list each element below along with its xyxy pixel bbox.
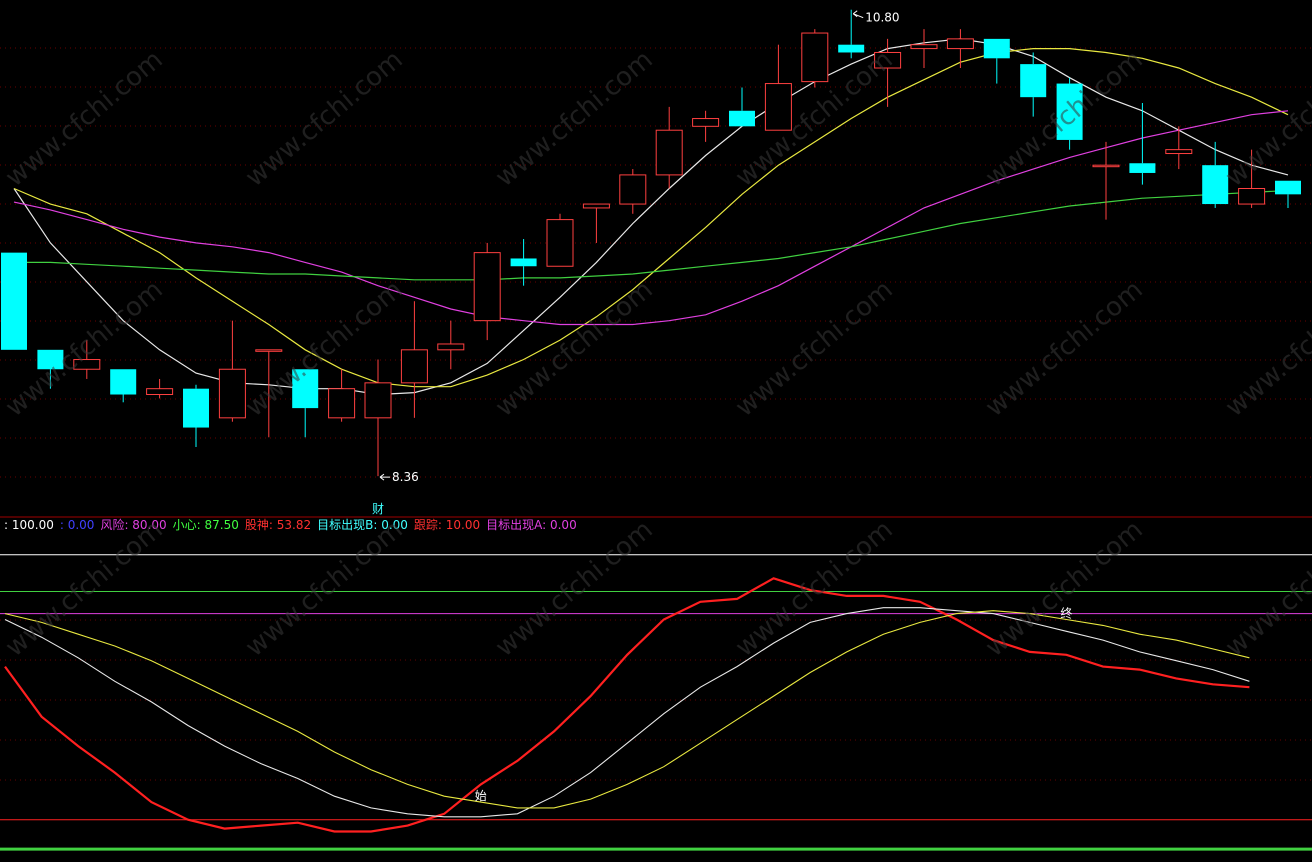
candle-body bbox=[73, 359, 101, 370]
candle-body bbox=[37, 349, 64, 370]
candle-body bbox=[1056, 83, 1083, 140]
candle-body bbox=[255, 349, 283, 352]
indicator-line-ma_white bbox=[4, 607, 1250, 818]
candle-body bbox=[801, 32, 829, 83]
candle-body bbox=[619, 174, 647, 205]
indicator-line-ma_yellow bbox=[4, 610, 1250, 809]
candle-body bbox=[582, 203, 610, 209]
candle-body bbox=[437, 343, 465, 351]
legend-label: : bbox=[59, 518, 68, 532]
candle-body bbox=[218, 368, 246, 419]
candle-body bbox=[655, 129, 683, 176]
candle-body bbox=[764, 83, 792, 131]
candle-body bbox=[473, 252, 501, 322]
chart-annotations: 10.80 8.36 财 始 终 bbox=[372, 10, 1072, 803]
signal-marker: 终 bbox=[1060, 606, 1072, 621]
stock-chart-canvas: 10.80 8.36 财 始 终 bbox=[0, 9, 1312, 851]
candle-body bbox=[400, 349, 428, 384]
candle-body bbox=[546, 219, 574, 267]
ma-line-ma_yellow bbox=[13, 47, 1289, 388]
legend-value: 80.00 bbox=[132, 518, 167, 532]
candle-body bbox=[910, 44, 938, 50]
candle-body bbox=[328, 388, 356, 419]
high-price-label: 10.80 bbox=[865, 11, 899, 25]
candle-body bbox=[1129, 163, 1156, 173]
legend-value: 87.50 bbox=[204, 518, 239, 532]
candle-body bbox=[364, 382, 392, 419]
candle-body bbox=[946, 38, 974, 50]
candle-body bbox=[1092, 164, 1120, 168]
candle-body bbox=[1020, 64, 1047, 98]
ma-line-ma_white bbox=[13, 38, 1289, 396]
candle-body bbox=[1165, 149, 1193, 155]
legend-value: 100.00 bbox=[11, 518, 54, 532]
legend-value: 0.00 bbox=[67, 518, 95, 532]
signal-marker: 始 bbox=[475, 789, 487, 803]
candle-body bbox=[838, 44, 865, 53]
candle-body bbox=[1202, 165, 1229, 205]
low-price-label: 8.36 bbox=[392, 470, 419, 484]
legend-label: 目标出现A: bbox=[486, 518, 550, 532]
legend-value: 0.00 bbox=[381, 518, 408, 532]
legend-value: 10.00 bbox=[445, 518, 481, 532]
candle-body bbox=[183, 388, 209, 428]
ma-line-ma_magenta bbox=[13, 110, 1289, 326]
high-arrow bbox=[852, 10, 864, 19]
finance-marker: 财 bbox=[372, 502, 384, 516]
candle-body bbox=[510, 258, 537, 267]
candle-body bbox=[729, 110, 755, 127]
candle-body bbox=[110, 369, 137, 395]
low-arrow bbox=[379, 473, 390, 481]
candle-body bbox=[1238, 188, 1266, 205]
candle-body bbox=[692, 118, 720, 127]
legend-label: 风险: bbox=[100, 518, 133, 532]
legend-label: 股神: bbox=[244, 518, 277, 532]
legend-value: 0.00 bbox=[549, 518, 577, 532]
main-panel-grid bbox=[0, 47, 1312, 518]
legend-label: 小心: bbox=[172, 518, 205, 532]
candle-body bbox=[983, 38, 1010, 59]
indicator-panel-grid bbox=[0, 554, 1312, 851]
legend-label: : bbox=[4, 518, 12, 532]
legend-value: 53.82 bbox=[276, 518, 312, 532]
candle-body bbox=[874, 51, 902, 69]
candle-body bbox=[1275, 180, 1301, 195]
legend-label: 跟踪: bbox=[413, 518, 446, 532]
candle-body bbox=[1, 252, 27, 350]
candle-body bbox=[292, 369, 319, 409]
candle-body bbox=[146, 388, 174, 396]
indicator-legend: : 100.00: 0.00 风险: 80.00 小心: 87.50 股神: 53.8… bbox=[4, 517, 583, 533]
legend-label: 目标出现B: bbox=[317, 518, 382, 532]
main-moving-averages bbox=[13, 38, 1289, 396]
